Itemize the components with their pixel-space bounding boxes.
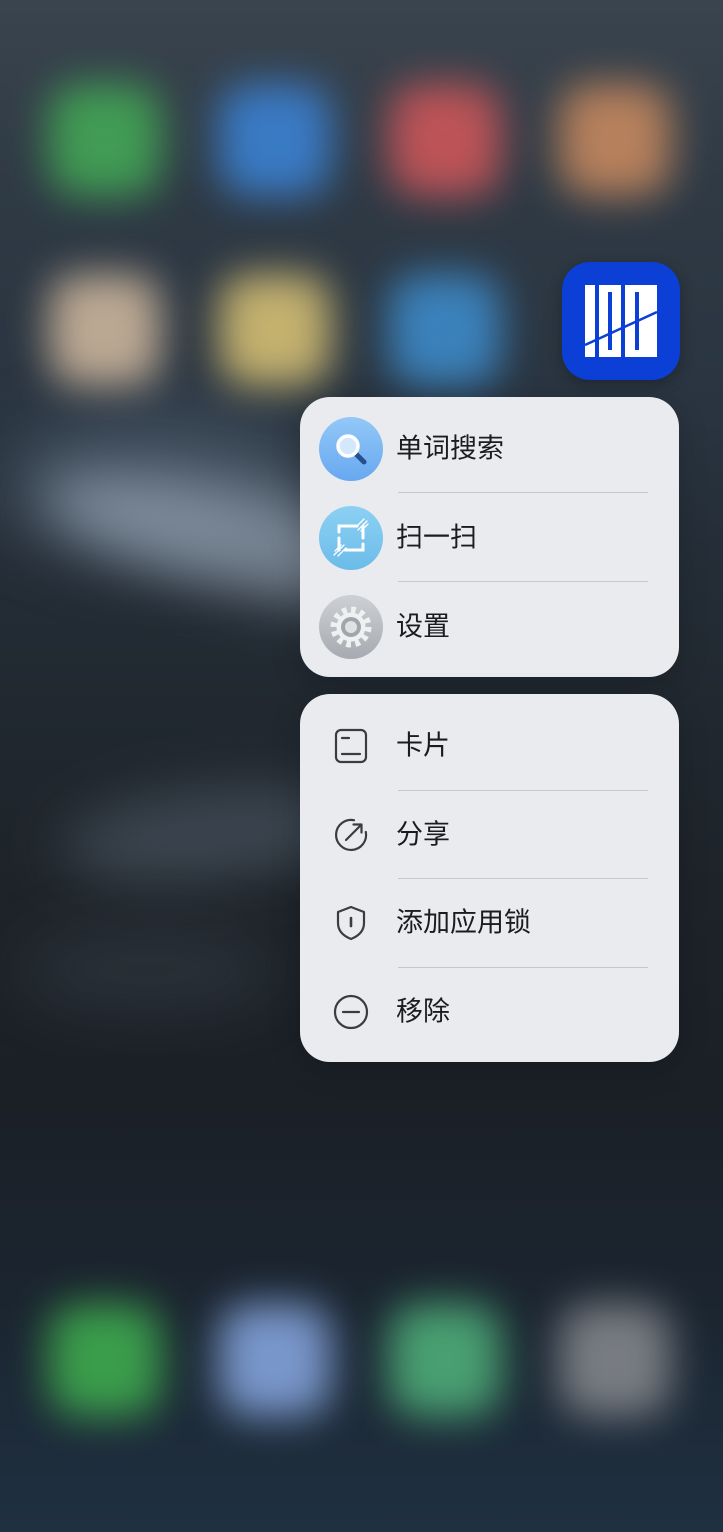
menu-item-add-app-lock[interactable]: 添加应用锁 (300, 879, 679, 968)
menu-item-label: 设置 (396, 611, 450, 642)
blurred-app-icon (389, 84, 501, 196)
gear-icon (319, 594, 383, 659)
blurred-app-icon (559, 84, 671, 196)
minus-circle-icon (331, 992, 371, 1032)
home-screen: 单词搜索 扫一扫 设置 卡片 分享 添加应用锁 移除 (0, 0, 723, 1532)
magnifier-icon (319, 416, 383, 481)
scan-icon (319, 505, 383, 570)
wallpaper-light-haze (20, 930, 280, 1010)
blurred-app-icon (389, 274, 501, 386)
menu-item-remove[interactable]: 移除 (300, 968, 679, 1057)
quick-actions-menu: 单词搜索 扫一扫 设置 (300, 397, 679, 677)
menu-item-card[interactable]: 卡片 (300, 702, 679, 791)
app-icon[interactable] (562, 262, 680, 380)
blurred-app-icon (49, 84, 161, 196)
share-icon (331, 815, 371, 855)
blurred-dock-icon (559, 1304, 671, 1416)
shield-lock-icon (331, 903, 371, 943)
hundred-logo-icon (584, 285, 658, 357)
blurred-dock-icon (389, 1304, 501, 1416)
menu-item-label: 卡片 (396, 730, 450, 762)
blurred-dock-icon (219, 1304, 331, 1416)
blurred-app-icon (49, 274, 161, 386)
system-actions-menu: 卡片 分享 添加应用锁 移除 (300, 694, 679, 1062)
menu-item-scan[interactable]: 扫一扫 (300, 493, 679, 582)
menu-item-label: 添加应用锁 (396, 907, 531, 939)
menu-item-label: 移除 (396, 996, 450, 1028)
blurred-app-icon (219, 274, 331, 386)
card-icon (331, 726, 371, 766)
menu-item-word-search[interactable]: 单词搜索 (300, 404, 679, 493)
menu-item-share[interactable]: 分享 (300, 791, 679, 879)
menu-item-label: 单词搜索 (396, 433, 504, 464)
menu-item-label: 扫一扫 (396, 522, 477, 553)
menu-item-settings[interactable]: 设置 (300, 582, 679, 671)
blurred-dock-icon (49, 1304, 161, 1416)
menu-item-label: 分享 (396, 819, 450, 851)
blurred-app-icon (219, 84, 331, 196)
